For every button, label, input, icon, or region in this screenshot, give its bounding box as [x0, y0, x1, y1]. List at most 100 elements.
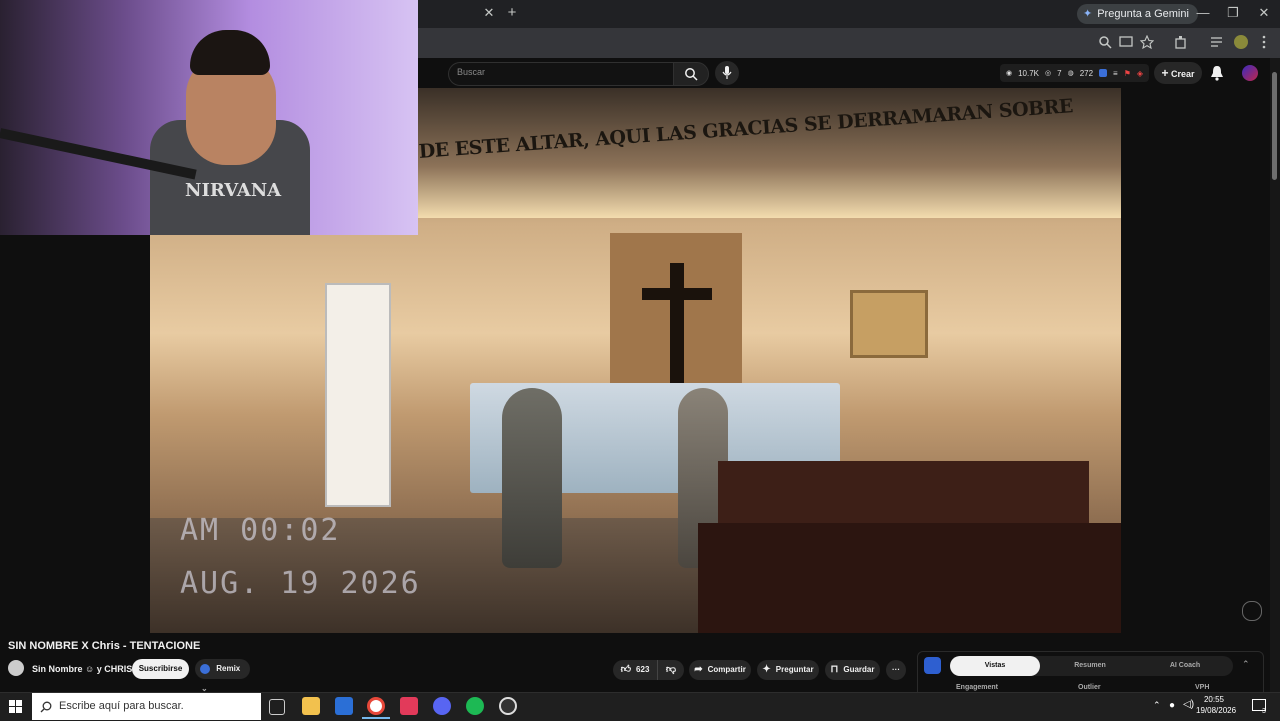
share-label: Compartir [707, 665, 746, 674]
media-control-icon[interactable] [1210, 35, 1224, 49]
search-button[interactable] [673, 62, 709, 86]
video-wall-frame [850, 290, 928, 358]
panel-logo-icon [924, 657, 941, 674]
header-outlier: Outlier [1078, 684, 1101, 691]
like-count: 623 [636, 665, 650, 674]
subscribe-button[interactable]: Suscribirse [132, 659, 189, 679]
windows-start-icon[interactable] [9, 700, 23, 714]
webcam-hair [190, 30, 270, 75]
tray-mic-icon[interactable]: ● [1169, 700, 1175, 711]
account-avatar[interactable] [1242, 65, 1258, 81]
taskbar-search-icon [40, 701, 52, 713]
ask-label: Preguntar [775, 665, 814, 674]
tray-volume-icon[interactable]: ◁) [1183, 699, 1194, 710]
webcam-overlay: NIRVANA [0, 0, 418, 235]
thumbs-down-icon: 👎︎ [665, 664, 677, 675]
search-placeholder: Buscar [457, 67, 486, 77]
video-pew-front [698, 523, 1121, 633]
gemini-label: Pregunta a Gemini [1097, 8, 1189, 20]
ext-blue-icon[interactable] [1099, 69, 1108, 77]
remix-label: Remix [216, 664, 241, 673]
bookmark-star-icon[interactable] [1140, 35, 1154, 49]
plus-icon: + [1161, 66, 1169, 80]
comment-icon: ◎ [1045, 70, 1052, 77]
share-icon: ➦ [694, 664, 703, 675]
chrome-icon[interactable] [367, 697, 385, 715]
file-explorer-icon[interactable] [302, 697, 320, 715]
thumbs-up-icon: 👍︎ [620, 664, 632, 675]
crucifix-horizontal [642, 288, 712, 300]
ext-list-icon[interactable]: ≡ [1113, 69, 1118, 78]
close-window-icon[interactable]: ✕ [1253, 3, 1275, 23]
active-app-indicator [362, 717, 390, 719]
tray-chevron-icon[interactable]: ⌃ [1153, 700, 1161, 711]
tab-ai-coach[interactable]: AI Coach [1140, 656, 1230, 676]
zoom-icon[interactable] [1098, 35, 1112, 49]
sparkle-icon: ✦ [762, 664, 771, 675]
remix-icon [200, 663, 210, 674]
dislike-button[interactable]: 👎︎ [657, 660, 684, 680]
save-button[interactable]: ⊓ Guardar [825, 660, 880, 680]
clock-date: 19/08/2026 [1196, 706, 1237, 715]
discord-icon[interactable] [433, 697, 451, 715]
tab-resumen[interactable]: Resumen [1045, 656, 1135, 676]
create-button[interactable]: + Crear [1154, 62, 1202, 84]
remix-button[interactable]: Remix ⌄ [195, 659, 250, 693]
header-vph: VPH [1195, 684, 1210, 691]
views-stat: 10.7K [1018, 68, 1040, 78]
voice-search-button[interactable] [715, 61, 739, 85]
save-label: Guardar [843, 665, 875, 674]
microsoft-store-icon[interactable] [335, 697, 353, 715]
ext-red-icon[interactable]: ⚑ [1124, 69, 1131, 78]
notification-count: 3 [1262, 708, 1266, 715]
channel-name[interactable]: Sin Nombre ☺ y CHRIS [32, 664, 132, 674]
gemini-sparkle-icon: ✦ [1083, 8, 1093, 20]
minimize-icon[interactable]: — [1192, 3, 1214, 23]
microphone-icon [722, 66, 732, 79]
taskbar-search-placeholder: Escribe aquí para buscar. [59, 700, 184, 712]
vhs-datestamp: AUG. 19 2026 [180, 566, 421, 601]
more-actions-button[interactable]: ··· [886, 660, 906, 680]
share-button[interactable]: ➦ Compartir [689, 660, 751, 680]
scrollbar-thumb[interactable] [1272, 72, 1277, 180]
extension-stats-bar: ◉ 10.7K ◎ 7 ◍ 272 ≡ ⚑ ◈ [1000, 64, 1150, 82]
notifications-bell-icon[interactable] [1210, 65, 1224, 81]
eye-icon: ◉ [1006, 70, 1013, 77]
crucifix-vertical [670, 263, 684, 383]
taskbar-search-input[interactable]: Escribe aquí para buscar. [32, 693, 261, 720]
angel-statue-left [502, 388, 562, 568]
ask-button[interactable]: ✦ Preguntar [757, 660, 819, 680]
like-button[interactable]: 👍︎ 623 [613, 660, 657, 680]
task-view-icon[interactable] [269, 699, 285, 715]
create-label: Crear [1171, 69, 1195, 79]
restore-icon[interactable]: ❐ [1222, 3, 1244, 23]
app-red-icon[interactable] [400, 697, 418, 715]
new-tab-icon[interactable]: + [501, 3, 523, 23]
header-engagement: Engagement [956, 684, 999, 691]
count-b-stat: 272 [1079, 68, 1094, 78]
watermark-icon [1242, 601, 1262, 621]
close-tab-icon[interactable]: ✕ [478, 3, 500, 23]
search-input[interactable]: Buscar [448, 62, 674, 86]
search-icon [685, 68, 698, 81]
chrome-menu-icon[interactable] [1258, 35, 1270, 49]
cast-icon[interactable] [1119, 35, 1133, 49]
ext-pin-icon[interactable]: ◈ [1137, 69, 1143, 78]
gemini-button[interactable]: ✦ Pregunta a Gemini [1077, 4, 1198, 24]
taskbar-clock[interactable]: 20:55 19/08/2026 [1196, 694, 1237, 716]
extensions-icon[interactable] [1174, 35, 1188, 49]
video-door [325, 283, 391, 507]
more-icon: ··· [892, 665, 900, 674]
obs-icon[interactable] [499, 697, 517, 715]
vhs-timestamp: AM 00:02 [180, 513, 341, 548]
spotify-icon[interactable] [466, 697, 484, 715]
like-stat-icon: ◍ [1067, 70, 1074, 77]
channel-avatar[interactable] [8, 660, 24, 676]
collapse-chevron-icon[interactable]: ⌃ [1242, 659, 1250, 670]
clock-time: 20:55 [1203, 695, 1225, 704]
count-a-stat: 7 [1057, 68, 1062, 78]
profile-avatar[interactable] [1234, 35, 1248, 49]
tab-vistas[interactable]: Vistas [950, 656, 1040, 676]
bookmark-icon: ⊓ [830, 664, 839, 675]
video-title: SIN NOMBRE X Chris - TENTACIONE [8, 640, 201, 652]
